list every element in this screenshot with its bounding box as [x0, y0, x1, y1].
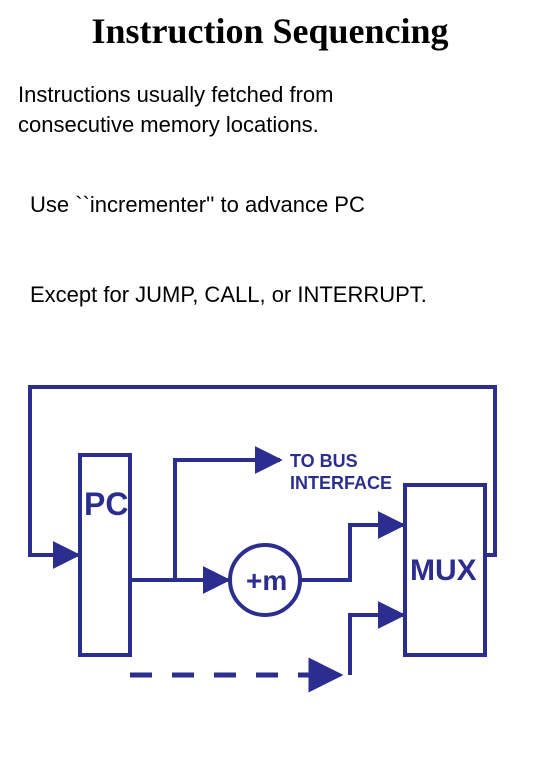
mux-label: MUX	[410, 554, 477, 587]
paragraph-3: Except for JUMP, CALL, or INTERRUPT.	[30, 280, 427, 310]
pc-box	[80, 455, 130, 655]
incrementer-to-mux-wire	[300, 525, 403, 580]
paragraph-1: Instructions usually fetched from consec…	[18, 80, 333, 140]
sequencing-diagram: PC MUX +m	[0, 380, 540, 760]
page-title: Instruction Sequencing	[0, 10, 540, 52]
incrementer-label: +m	[246, 565, 287, 596]
slide: Instruction Sequencing Instructions usua…	[0, 0, 540, 780]
paragraph-1-line-1: Instructions usually fetched from	[18, 82, 333, 107]
paragraph-1-line-2: consecutive memory locations.	[18, 112, 319, 137]
dashed-to-mux-wire	[350, 615, 403, 675]
paragraph-2: Use ``incrementer'' to advance PC	[30, 190, 365, 220]
pc-label: PC	[84, 486, 128, 522]
